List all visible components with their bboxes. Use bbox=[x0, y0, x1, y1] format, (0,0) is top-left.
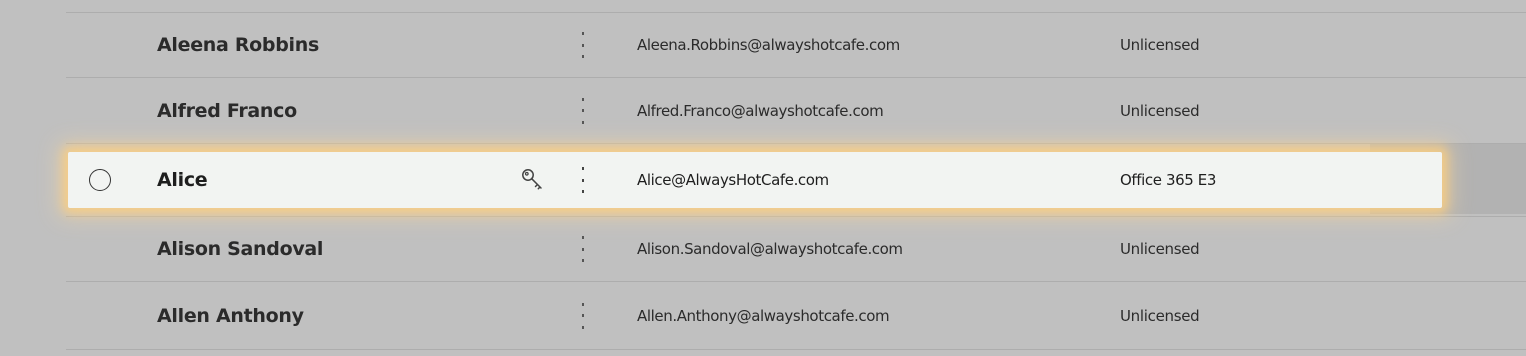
user-display-name[interactable]: Allen Anthony bbox=[157, 305, 304, 327]
user-email: Alison.Sandoval@alwayshotcafe.com bbox=[637, 240, 903, 258]
user-email: Alice@AlwaysHotCafe.com bbox=[637, 171, 829, 189]
more-options-icon[interactable] bbox=[576, 236, 590, 262]
user-email: Alfred.Franco@alwayshotcafe.com bbox=[637, 101, 884, 120]
table-row-selected[interactable]: Alice Alice@AlwaysHotCafe.com Office 365… bbox=[68, 152, 1442, 208]
user-license: Unlicensed bbox=[1120, 101, 1200, 120]
row-select-radio[interactable] bbox=[89, 169, 111, 191]
user-license: Unlicensed bbox=[1120, 36, 1200, 54]
more-options-icon[interactable] bbox=[576, 97, 590, 124]
user-license: Office 365 E3 bbox=[1120, 171, 1216, 189]
more-options-icon[interactable] bbox=[576, 32, 590, 58]
more-options-icon[interactable] bbox=[576, 302, 590, 329]
users-list-page: Aleena Robbins Aleena.Robbins@alwayshotc… bbox=[0, 0, 1526, 356]
more-options-icon[interactable] bbox=[576, 167, 590, 193]
key-icon[interactable] bbox=[520, 167, 546, 193]
user-license: Unlicensed bbox=[1120, 306, 1200, 325]
user-display-name[interactable]: Alice bbox=[157, 169, 208, 191]
user-display-name[interactable]: Alfred Franco bbox=[157, 100, 297, 122]
user-email: Aleena.Robbins@alwayshotcafe.com bbox=[637, 36, 900, 54]
table-row[interactable]: Aleena Robbins Aleena.Robbins@alwayshotc… bbox=[66, 12, 1526, 78]
table-row[interactable]: Allen Anthony Allen.Anthony@alwayshotcaf… bbox=[66, 282, 1526, 350]
user-display-name[interactable]: Alison Sandoval bbox=[157, 238, 323, 260]
table-row[interactable]: Alison Sandoval Alison.Sandoval@alwaysho… bbox=[66, 216, 1526, 282]
user-license: Unlicensed bbox=[1120, 240, 1200, 258]
table-row[interactable]: Alfred Franco Alfred.Franco@alwayshotcaf… bbox=[66, 78, 1526, 144]
user-display-name[interactable]: Aleena Robbins bbox=[157, 34, 319, 56]
user-email: Allen.Anthony@alwayshotcafe.com bbox=[637, 306, 890, 325]
